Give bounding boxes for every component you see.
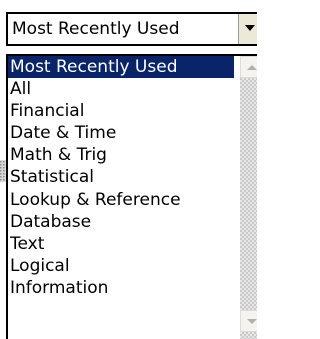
list-item-information[interactable]: Information xyxy=(8,277,234,299)
list-item-math-trig[interactable]: Math & Trig xyxy=(8,144,234,166)
function-category-picker: Most Recently Used Most Recently Used Al… xyxy=(0,0,257,339)
list-item-statistical[interactable]: Statistical xyxy=(8,166,234,188)
list-item-most-recently-used[interactable]: Most Recently Used xyxy=(8,56,234,79)
category-dropdown-list[interactable]: Most Recently Used All Financial Date & … xyxy=(6,54,257,339)
vertical-scrollbar[interactable] xyxy=(240,56,257,339)
combo-dropdown-button[interactable] xyxy=(238,14,257,44)
scroll-up-button[interactable] xyxy=(240,56,257,78)
list-item-text[interactable]: Text xyxy=(8,233,234,255)
list-item-database[interactable]: Database xyxy=(8,211,234,233)
list-item-financial[interactable]: Financial xyxy=(8,100,234,122)
scroll-down-button[interactable] xyxy=(240,310,257,332)
list-item-logical[interactable]: Logical xyxy=(8,255,234,277)
scroll-up-arrow-icon xyxy=(247,65,257,70)
list-item-all[interactable]: All xyxy=(8,78,234,100)
category-list-items: Most Recently Used All Financial Date & … xyxy=(8,56,234,299)
chevron-down-icon xyxy=(245,25,255,31)
category-combo-box[interactable]: Most Recently Used xyxy=(6,12,257,46)
scroll-down-arrow-icon xyxy=(247,319,257,324)
combo-selected-value: Most Recently Used xyxy=(12,19,180,39)
list-item-lookup-reference[interactable]: Lookup & Reference xyxy=(8,189,234,211)
list-item-date-time[interactable]: Date & Time xyxy=(8,122,234,144)
